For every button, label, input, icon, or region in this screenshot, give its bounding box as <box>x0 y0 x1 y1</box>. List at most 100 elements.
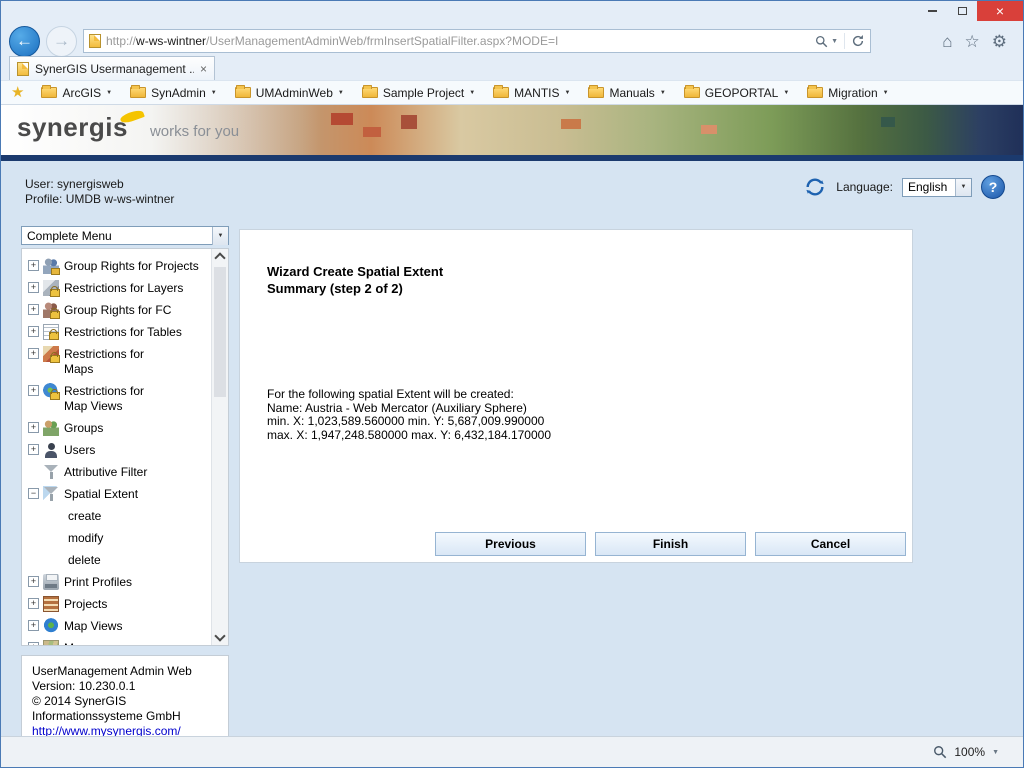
tree-item-group-rights-for-fc[interactable]: +Group Rights for FC <box>28 299 208 321</box>
tree-item-label: Restrictions for Tables <box>64 324 182 340</box>
browser-toolbar-icons: ⌂ ☆ ⚙ <box>942 33 1015 50</box>
tree-item-label: delete <box>68 552 101 567</box>
expand-icon[interactable]: + <box>28 620 39 631</box>
profile-value: UMDB w-ws-wintner <box>66 192 175 206</box>
expand-icon[interactable]: + <box>28 304 39 315</box>
wizard-title: Wizard Create Spatial Extent Summary (st… <box>267 263 443 297</box>
app-name: UserManagement Admin Web <box>32 664 218 679</box>
chevron-down-icon: ▼ <box>883 90 889 96</box>
expand-icon[interactable]: + <box>28 348 39 359</box>
refresh-icon[interactable] <box>851 34 865 48</box>
tree-item-spatial-extent-create[interactable]: create <box>28 505 208 527</box>
browser-tab[interactable]: SynerGIS Usermanagement ... × <box>9 56 215 80</box>
url-host: w-ws-wintner <box>136 34 206 48</box>
tree-item-map-views[interactable]: +Map Views <box>28 615 208 637</box>
favorite-umadminweb[interactable]: UMAdminWeb▼ <box>226 81 353 104</box>
folder-icon <box>588 87 604 98</box>
address-bar[interactable]: http://w-ws-wintner/UserManagementAdminW… <box>83 29 871 53</box>
maximize-button[interactable] <box>947 1 977 21</box>
help-button[interactable]: ? <box>981 175 1005 199</box>
scrollbar-thumb[interactable] <box>214 267 226 397</box>
cancel-button[interactable]: Cancel <box>755 532 906 556</box>
tree-scrollbar[interactable] <box>211 249 228 645</box>
tree-item-spatial-extent[interactable]: − Spatial Extent <box>28 483 208 505</box>
sidebar-footer: UserManagement Admin Web Version: 10.230… <box>21 655 229 736</box>
tree-item-users[interactable]: +Users <box>28 439 208 461</box>
favorite-geoportal[interactable]: GEOPORTAL▼ <box>675 81 799 104</box>
favorites-bar-star-icon[interactable]: ★ <box>11 85 24 100</box>
favorite-migration[interactable]: Migration▼ <box>798 81 897 104</box>
minimize-button[interactable] <box>917 1 947 21</box>
zoom-control[interactable]: 100% ▼ <box>923 737 1009 767</box>
tab-strip: SynerGIS Usermanagement ... × <box>1 55 1023 80</box>
previous-button[interactable]: Previous <box>435 532 586 556</box>
sidebar: Complete Menu ▼ + Group Rights for Projec… <box>21 226 231 736</box>
search-icon[interactable] <box>815 35 828 48</box>
favorite-arcgis[interactable]: ArcGIS▼ <box>32 81 121 104</box>
tab-title: SynerGIS Usermanagement ... <box>35 62 194 76</box>
tree-item-group-rights-for-projects[interactable]: + Group Rights for Projects <box>28 255 208 277</box>
expand-icon[interactable]: + <box>28 422 39 433</box>
tab-favicon <box>17 62 29 76</box>
favorite-synadmin[interactable]: SynAdmin▼ <box>121 81 226 104</box>
tree-item-spatial-extent-modify[interactable]: modify <box>28 527 208 549</box>
minimize-icon <box>928 10 937 12</box>
url-scheme: http:// <box>106 34 136 48</box>
users-icon <box>43 442 59 458</box>
expand-icon[interactable]: + <box>28 642 39 646</box>
finish-button[interactable]: Finish <box>595 532 746 556</box>
expand-icon[interactable]: + <box>28 444 39 455</box>
scroll-down-icon[interactable] <box>214 630 225 641</box>
tree-item-label: Group Rights for Projects <box>64 258 199 274</box>
tree-item-restrictions-for-maps[interactable]: +Restrictions for Maps <box>28 343 208 380</box>
back-button[interactable]: ← <box>9 26 40 57</box>
back-arrow-icon: ← <box>16 31 33 51</box>
company-link[interactable]: http://www.mysynergis.com/ <box>32 724 181 736</box>
expand-icon[interactable]: + <box>28 385 39 396</box>
user-info-bar: User: synergisweb Profile: UMDB w-ws-win… <box>1 177 1023 211</box>
menu-mode-select[interactable]: Complete Menu ▼ <box>21 226 229 245</box>
browser-window: × ← → http://w-ws-wintner/UserManagement… <box>0 0 1024 768</box>
banner-decoration <box>561 119 581 129</box>
chevron-down-icon: ▼ <box>660 90 666 96</box>
search-dropdown-icon[interactable]: ▼ <box>831 38 838 45</box>
favorites-icon[interactable]: ☆ <box>965 33 980 50</box>
tree-item-restrictions-for-map-views[interactable]: +Restrictions for Map Views <box>28 380 208 417</box>
close-button[interactable]: × <box>977 1 1023 21</box>
tab-close-icon[interactable]: × <box>200 62 207 76</box>
refresh-language-icon[interactable] <box>803 176 827 198</box>
expand-icon[interactable]: + <box>28 598 39 609</box>
tree-item-spatial-extent-delete[interactable]: delete <box>28 549 208 571</box>
settings-gear-icon[interactable]: ⚙ <box>992 33 1007 50</box>
collapse-icon[interactable]: − <box>28 488 39 499</box>
tree-item-groups[interactable]: +Groups <box>28 417 208 439</box>
tree-item-projects[interactable]: +Projects <box>28 593 208 615</box>
forward-arrow-icon: → <box>53 31 70 51</box>
favorite-mantis[interactable]: MANTIS▼ <box>484 81 579 104</box>
scroll-up-icon[interactable] <box>214 252 225 263</box>
tree-item-restrictions-for-layers[interactable]: +Restrictions for Layers <box>28 277 208 299</box>
language-select[interactable]: English ▼ <box>902 178 972 197</box>
address-separator <box>844 33 845 49</box>
tree-item-label: Spatial Extent <box>64 486 138 502</box>
zoom-dropdown-icon[interactable]: ▼ <box>992 749 999 756</box>
tree-item-attributive-filter[interactable]: Attributive Filter <box>28 461 208 483</box>
expand-icon[interactable]: + <box>28 576 39 587</box>
copyright: © 2014 SynerGIS <box>32 694 218 709</box>
banner-decoration <box>881 117 895 127</box>
favorite-sample-project[interactable]: Sample Project▼ <box>353 81 484 104</box>
chevron-down-icon: ▼ <box>783 90 789 96</box>
tree-item-print-profiles[interactable]: +Print Profiles <box>28 571 208 593</box>
tree-item-label: Attributive Filter <box>64 464 147 480</box>
expand-icon[interactable]: + <box>28 326 39 337</box>
favorite-manuals[interactable]: Manuals▼ <box>579 81 674 104</box>
forward-button[interactable]: → <box>46 26 77 57</box>
summary-name: Name: Austria - Web Mercator (Auxiliary … <box>267 402 551 416</box>
expand-icon[interactable]: + <box>28 260 39 271</box>
home-icon[interactable]: ⌂ <box>942 33 952 50</box>
chevron-down-icon: ▼ <box>565 90 571 96</box>
tree-item-restrictions-for-tables[interactable]: + Restrictions for Tables <box>28 321 208 343</box>
chevron-down-icon: ▼ <box>469 90 475 96</box>
expand-icon[interactable]: + <box>28 282 39 293</box>
tree-item-maps[interactable]: +Maps <box>28 637 208 646</box>
